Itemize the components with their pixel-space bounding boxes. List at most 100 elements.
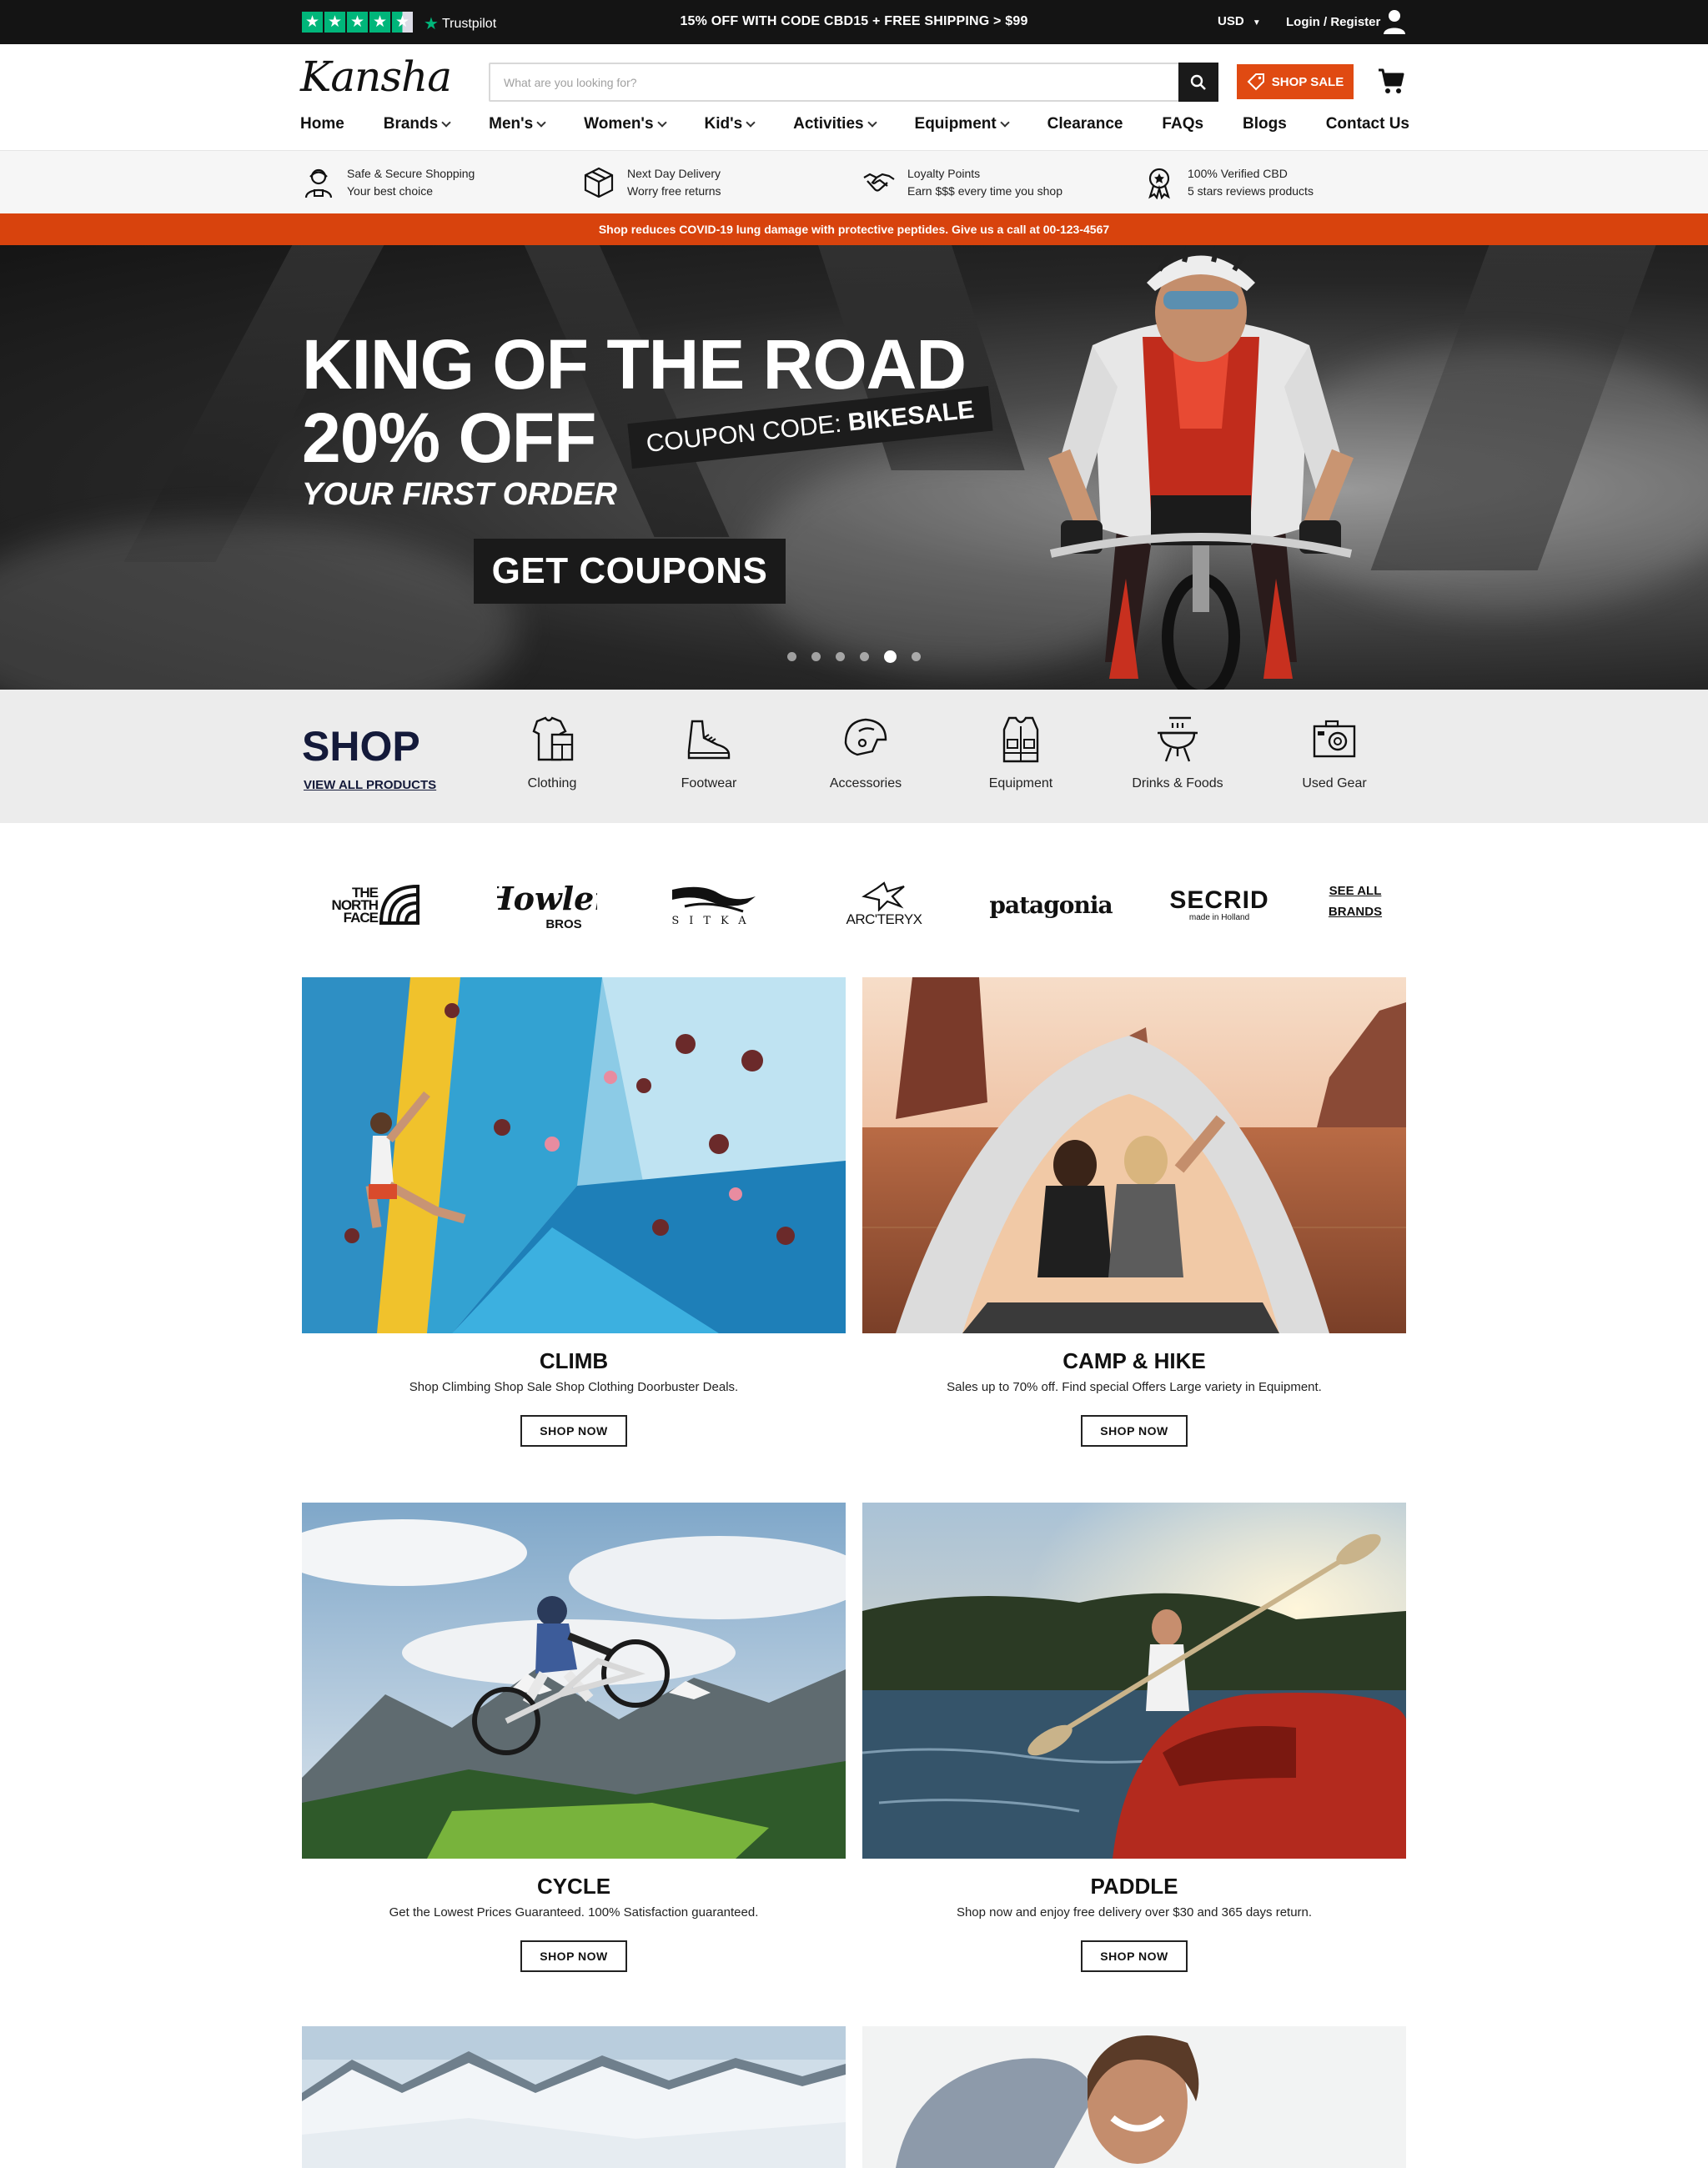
nav-contact[interactable]: Contact Us: [1326, 115, 1409, 133]
camera-icon: [1313, 720, 1356, 758]
search-icon: [1190, 74, 1206, 90]
nav-label: Activities: [793, 115, 864, 133]
category-drinks-foods[interactable]: Drinks & Foods: [1111, 715, 1244, 791]
nav-label: Women's: [584, 115, 654, 133]
hero-subheadline: YOUR FIRST ORDER: [302, 477, 617, 512]
nav-label: Clearance: [1047, 115, 1123, 133]
nav-label: FAQs: [1162, 115, 1204, 133]
nav-equipment[interactable]: Equipment: [915, 115, 1010, 133]
shop-sale-button[interactable]: SHOP SALE: [1237, 64, 1354, 99]
search-input[interactable]: [490, 64, 1174, 100]
tile-description: Sales up to 70% off. Find special Offers…: [947, 1380, 1322, 1394]
feature-title: Next Day Delivery: [627, 167, 721, 180]
feature-title: Safe & Secure Shopping: [347, 167, 475, 180]
category-label: Used Gear: [1302, 776, 1367, 790]
feature-subtitle: Your best choice: [347, 184, 433, 198]
see-all-label: SEE ALL BRANDS: [1328, 884, 1383, 919]
carousel-dot[interactable]: [787, 652, 796, 661]
shop-now-button[interactable]: SHOP NOW: [1081, 1415, 1188, 1447]
carousel-dot[interactable]: [811, 652, 821, 661]
snow-mountain-image[interactable]: [302, 2026, 846, 2168]
nav-womens[interactable]: Women's: [584, 115, 667, 133]
nav-blogs[interactable]: Blogs: [1243, 115, 1287, 133]
nav-label: Kid's: [704, 115, 743, 133]
brand-the-north-face[interactable]: THE NORTH FACE: [327, 876, 427, 934]
main-nav: Home Brands Men's Women's Kid's Activiti…: [300, 115, 1409, 133]
cart-icon[interactable]: [1378, 67, 1404, 95]
nav-label: Blogs: [1242, 115, 1287, 133]
climbing-wall-illustration: [302, 977, 846, 1333]
shoe-icon: [687, 720, 731, 760]
nav-activities[interactable]: Activities: [793, 115, 877, 133]
runner-image[interactable]: [862, 2026, 1406, 2168]
secure-person-icon: [304, 168, 333, 198]
currency-label: USD: [1218, 14, 1244, 28]
brand-sitka[interactable]: SITKA: [664, 876, 764, 934]
feature-title: Loyalty Points: [907, 167, 981, 180]
shop-now-button[interactable]: SHOP NOW: [520, 1940, 627, 1972]
feature-subtitle: Worry free returns: [627, 184, 721, 198]
brand-patagonia[interactable]: patagonia: [989, 876, 1113, 934]
nav-mens[interactable]: Men's: [489, 115, 546, 133]
promo-text: 15% OFF WITH CODE CBD15 + FREE SHIPPING …: [680, 14, 1028, 28]
nav-home[interactable]: Home: [300, 115, 344, 133]
paddle-image[interactable]: [862, 1503, 1406, 1859]
brand-logo-text: SECRID: [1169, 886, 1269, 914]
chevron-down-icon: [656, 117, 667, 128]
nav-kids[interactable]: Kid's: [704, 115, 756, 133]
brand-secrid[interactable]: SECRID made in Holland: [1161, 876, 1278, 934]
login-register-link[interactable]: Login / Register: [1286, 15, 1380, 29]
sitka-wave-icon: [672, 886, 756, 912]
site-logo[interactable]: Kansha: [300, 53, 452, 101]
category-footwear[interactable]: Footwear: [642, 715, 776, 791]
brand-arcteryx[interactable]: ARC'TERYX: [834, 876, 934, 934]
nav-label: Men's: [489, 115, 534, 133]
hero-headline: KING OF THE ROAD: [302, 325, 967, 404]
shop-sale-label: SHOP SALE: [1271, 74, 1344, 89]
currency-selector[interactable]: USD ▼: [1218, 14, 1261, 28]
view-all-products-link[interactable]: VIEW ALL PRODUCTS: [304, 778, 436, 792]
category-label: Drinks & Foods: [1132, 776, 1223, 790]
carousel-dot[interactable]: [860, 652, 869, 661]
shop-title: SHOP: [302, 723, 420, 770]
nav-faqs[interactable]: FAQs: [1162, 115, 1203, 133]
award-icon: [1148, 168, 1170, 199]
camping-tent-illustration: [862, 977, 1406, 1333]
nav-brands[interactable]: Brands: [384, 115, 451, 133]
feature-title: 100% Verified CBD: [1188, 167, 1288, 180]
mountain-bike-illustration: [302, 1503, 846, 1859]
hero-fog: [0, 520, 517, 690]
category-accessories[interactable]: Accessories: [799, 715, 932, 791]
get-coupons-button[interactable]: GET COUPONS: [474, 539, 786, 604]
chevron-down-icon: [441, 117, 451, 128]
carousel-dot[interactable]: [912, 652, 921, 661]
category-used-gear[interactable]: Used Gear: [1268, 715, 1401, 791]
category-clothing[interactable]: Clothing: [485, 715, 619, 791]
see-all-brands-link[interactable]: SEE ALL BRANDS: [1326, 881, 1384, 922]
feature-delivery: Next Day Delivery Worry free returns: [582, 165, 721, 200]
kayak-illustration: [862, 1503, 1406, 1859]
svg-text:Howler: Howler: [497, 880, 597, 917]
cycle-image[interactable]: [302, 1503, 846, 1859]
shop-now-button[interactable]: SHOP NOW: [520, 1415, 627, 1447]
tile-title: PADDLE: [1090, 1874, 1178, 1899]
carousel-dot-active[interactable]: [884, 650, 897, 663]
user-icon[interactable]: [1383, 8, 1406, 35]
shop-now-button[interactable]: SHOP NOW: [1081, 1940, 1188, 1972]
handshake-icon: [863, 173, 895, 192]
carousel-dot[interactable]: [836, 652, 845, 661]
chevron-down-icon: [867, 117, 877, 128]
climb-image[interactable]: [302, 977, 846, 1333]
brand-howler-bros[interactable]: Howler BROS: [489, 876, 605, 934]
hero-banner[interactable]: KING OF THE ROAD 20% OFF COUPON CODE: BI…: [0, 245, 1708, 690]
brand-tagline: made in Holland: [1188, 912, 1250, 922]
smiling-runner-illustration: [862, 2026, 1406, 2168]
search-button[interactable]: [1178, 63, 1218, 102]
camp-hike-image[interactable]: [862, 977, 1406, 1333]
nav-clearance[interactable]: Clearance: [1047, 115, 1123, 133]
vest-icon: [1002, 716, 1039, 763]
category-equipment[interactable]: Equipment: [954, 715, 1088, 791]
snowy-mountains-illustration: [302, 2026, 846, 2168]
brand-logo-text: patagonia: [989, 891, 1113, 919]
nav-label: Contact Us: [1325, 115, 1409, 133]
